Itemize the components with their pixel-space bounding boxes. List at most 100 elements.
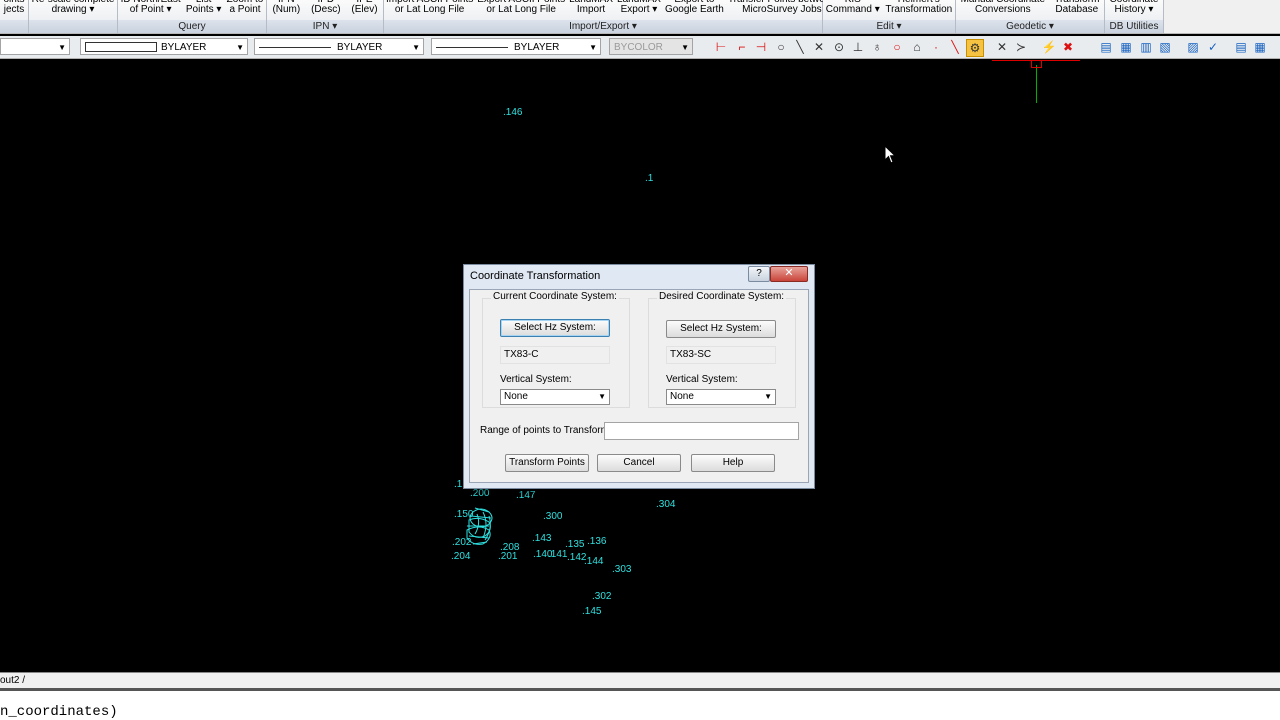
- help-icon[interactable]: ?: [748, 266, 770, 282]
- tool-b-icon[interactable]: ▦: [1118, 39, 1134, 55]
- tab-layout2[interactable]: out2 /: [0, 675, 25, 686]
- layer-combo[interactable]: ▼: [0, 38, 70, 55]
- snap-insert-icon[interactable]: ⌂: [909, 39, 925, 55]
- snap-extension-icon[interactable]: ╲: [947, 39, 963, 55]
- snap-none-icon[interactable]: ✕: [994, 39, 1010, 55]
- current-select-hz-button[interactable]: Select Hz System:: [500, 319, 610, 337]
- current-hz-field: TX83-C: [500, 346, 610, 364]
- ribbon-group-edit: KIS Command ▾ Helmert's Transformation E…: [823, 0, 956, 33]
- help-button[interactable]: Help: [691, 454, 775, 472]
- plotstyle-combo: BYCOLOR ▼: [609, 38, 693, 55]
- helmert-transformation-button[interactable]: Helmert's Transformation: [883, 0, 954, 19]
- run-icon[interactable]: ⚡: [1041, 39, 1057, 55]
- cancel-x-icon[interactable]: ✖: [1060, 39, 1076, 55]
- ribbon-group-title-geodetic: Geodetic ▾: [956, 20, 1104, 33]
- current-system-title: Current Coordinate System:: [491, 291, 619, 302]
- tool-g-icon[interactable]: ▤: [1233, 39, 1249, 55]
- snap-line-icon[interactable]: ╲: [792, 39, 808, 55]
- point-label: .300: [543, 511, 563, 522]
- ipd-button[interactable]: IPD (Desc): [309, 0, 342, 19]
- ribbon-button-objects[interactable]: oints jects: [1, 0, 26, 19]
- ipe-button[interactable]: IPE (Elev): [349, 0, 379, 19]
- lineweight-combo[interactable]: BYLAYER ▼: [431, 38, 601, 55]
- chevron-down-icon: ▼: [412, 43, 420, 52]
- command-line[interactable]: n_coordinates): [0, 691, 1280, 720]
- snap-center-icon[interactable]: ○: [773, 39, 789, 55]
- snap-settings-icon[interactable]: ⚙: [966, 39, 984, 57]
- point-label: .145: [582, 606, 602, 617]
- range-input[interactable]: [604, 422, 799, 440]
- ucs-origin-box: [1031, 60, 1042, 68]
- snap-midpoint-icon[interactable]: ⌐: [734, 39, 750, 55]
- tool-c-icon[interactable]: ▥: [1138, 39, 1154, 55]
- dialog-title: Coordinate Transformation: [470, 270, 601, 282]
- close-icon[interactable]: ✕: [770, 266, 808, 282]
- snap-quadrant-icon[interactable]: ○: [889, 39, 905, 55]
- point-label: .1: [645, 173, 654, 184]
- id-north-east-button[interactable]: ID North/East of Point ▾: [119, 0, 183, 19]
- transform-points-button[interactable]: Transform Points: [505, 454, 589, 472]
- point-label: .302: [592, 591, 612, 602]
- snap-clear-icon[interactable]: ≻: [1013, 39, 1029, 55]
- zoom-to-point-button[interactable]: Zoom to a Point: [225, 0, 266, 19]
- chevron-down-icon: ▼: [681, 43, 689, 52]
- tool-a-icon[interactable]: ▤: [1098, 39, 1114, 55]
- point-cluster: [466, 507, 493, 545]
- properties-toolbar: ▼ BYLAYER ▼ BYLAYER ▼ BYLAYER ▼ BYCOLOR ▼ ⊢ …: [0, 36, 1280, 59]
- ribbon-group-rescale: Re-scale complete drawing ▾: [29, 0, 118, 33]
- dialog-body: Current Coordinate System: Select Hz Sys…: [469, 289, 809, 483]
- chevron-down-icon: ▼: [236, 43, 244, 52]
- tool-d-icon[interactable]: ▧: [1157, 39, 1173, 55]
- ipn-button[interactable]: IPN (Num): [270, 0, 302, 19]
- kis-command-button[interactable]: KIS Command ▾: [824, 0, 882, 19]
- ribbon-group-objects: oints jects: [0, 0, 29, 33]
- ribbon-group-query: ID North/East of Point ▾ List Points ▾ Z…: [118, 0, 267, 33]
- desired-vertical-select[interactable]: None ▼: [666, 389, 776, 405]
- desired-vertical-label: Vertical System:: [666, 374, 738, 385]
- point-label: .146: [503, 107, 523, 118]
- snap-nearest-icon[interactable]: ·: [928, 39, 944, 55]
- ribbon-group-title-db-utilities: DB Utilities: [1105, 20, 1163, 33]
- chevron-down-icon: ▼: [764, 392, 772, 401]
- snap-endpoint-icon[interactable]: ⊢: [713, 39, 729, 55]
- snap-tangent-icon[interactable]: ♁: [869, 39, 885, 55]
- current-vertical-label: Vertical System:: [500, 374, 572, 385]
- list-points-button[interactable]: List Points ▾: [184, 0, 224, 19]
- snap-node-icon[interactable]: ⊙: [831, 39, 847, 55]
- current-system-group: Current Coordinate System: Select Hz Sys…: [482, 291, 630, 408]
- point-label: .144: [584, 556, 604, 567]
- linetype-combo[interactable]: BYLAYER ▼: [254, 38, 424, 55]
- export-google-earth-button[interactable]: Export to Google Earth: [663, 0, 726, 19]
- coordinate-history-button[interactable]: Coordinate History ▾: [1108, 0, 1161, 19]
- tool-f-icon[interactable]: ✓: [1205, 39, 1221, 55]
- tool-h-icon[interactable]: ▦: [1252, 39, 1268, 55]
- point-label: .143: [532, 533, 552, 544]
- import-ascii-button[interactable]: Import ASCII Points or Lat Long File: [384, 0, 475, 19]
- ribbon-group-ipn: IPN (Num) IPD (Desc) IPE (Elev) IPN ▾: [267, 0, 384, 33]
- chevron-down-icon: ▼: [589, 43, 597, 52]
- range-label: Range of points to Transform:: [480, 425, 612, 436]
- desired-select-hz-button[interactable]: Select Hz System:: [666, 320, 776, 338]
- snap-intersection-icon[interactable]: ⊣: [753, 39, 769, 55]
- snap-perpendicular-icon[interactable]: ⊥: [850, 39, 866, 55]
- cancel-button[interactable]: Cancel: [597, 454, 681, 472]
- rescale-drawing-button[interactable]: Re-scale complete drawing ▾: [30, 0, 117, 19]
- point-label: .136: [587, 536, 607, 547]
- point-label: .200: [470, 488, 490, 499]
- landmax-export-button[interactable]: LandMAX Export ▾: [615, 0, 663, 19]
- point-label: .135: [565, 539, 585, 550]
- manual-coordinate-conversions-button[interactable]: Manual Coordinate Conversions: [959, 0, 1048, 19]
- tool-e-icon[interactable]: ▨: [1185, 39, 1201, 55]
- snap-apparent-icon[interactable]: ✕: [811, 39, 827, 55]
- layout-tabs-bar: out2 /: [0, 672, 1280, 689]
- ucs-y-axis: [1036, 65, 1037, 103]
- chevron-down-icon: ▼: [598, 392, 606, 401]
- desired-system-title: Desired Coordinate System:: [657, 291, 787, 302]
- color-combo[interactable]: BYLAYER ▼: [80, 38, 248, 55]
- landmax-import-button[interactable]: LandMAX Import: [567, 0, 615, 19]
- current-vertical-select[interactable]: None ▼: [500, 389, 610, 405]
- transfer-points-button[interactable]: Transfer Points between MicroSurvey Jobs: [726, 0, 838, 19]
- export-ascii-button[interactable]: Export ASCII Points or Lat Long File: [475, 0, 567, 19]
- transform-database-button[interactable]: Transform Database: [1052, 0, 1101, 19]
- point-label: .304: [656, 499, 676, 510]
